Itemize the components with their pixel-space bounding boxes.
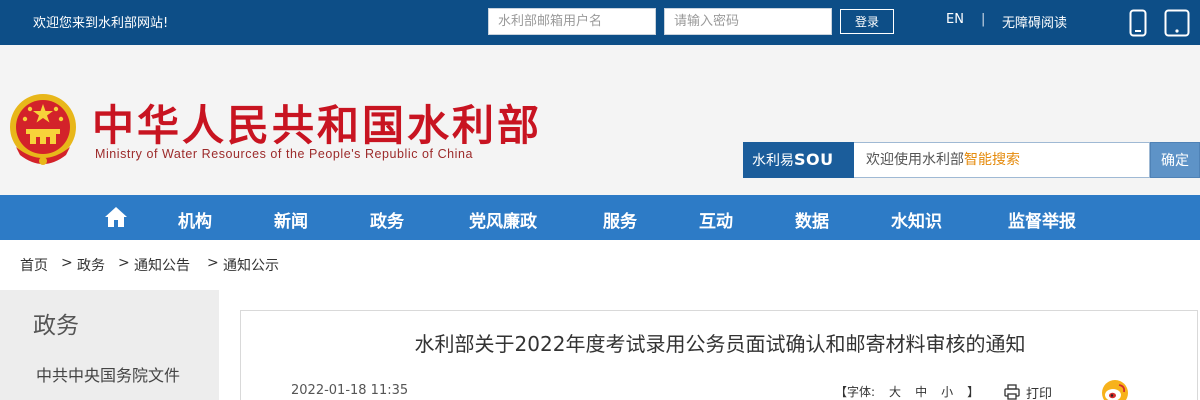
nav-item-services[interactable]: 服务 bbox=[603, 207, 637, 232]
breadcrumb-home[interactable]: 首页 bbox=[20, 255, 48, 275]
nav-item-interaction[interactable]: 互动 bbox=[699, 207, 733, 232]
font-size-controls: 【字体: 大中小】 bbox=[835, 383, 979, 400]
article-panel: 水利部关于2022年度考试录用公务员面试确认和邮寄材料审核的通知 2022-01… bbox=[240, 310, 1198, 400]
search-brand-suffix: SOU bbox=[794, 150, 834, 169]
home-icon[interactable] bbox=[104, 206, 128, 228]
login-button[interactable]: 登录 bbox=[840, 9, 894, 34]
weibo-share-icon[interactable] bbox=[1101, 379, 1129, 400]
national-emblem-icon[interactable] bbox=[6, 89, 80, 169]
search-hint-prefix: 欢迎使用水利部 bbox=[866, 152, 964, 168]
font-size-large[interactable]: 大 bbox=[889, 385, 901, 399]
language-link-en[interactable]: EN bbox=[946, 12, 964, 27]
site-header: 中华人民共和国水利部 Ministry of Water Resources o… bbox=[0, 45, 1200, 195]
breadcrumb: 首页 > 政务 > 通知公告 > 通知公示 bbox=[0, 240, 1200, 285]
username-input[interactable] bbox=[488, 8, 656, 35]
breadcrumb-separator: > bbox=[118, 255, 130, 271]
tablet-icon[interactable] bbox=[1164, 9, 1190, 37]
sidebar: 政务 中共中央国务院文件 bbox=[0, 290, 219, 400]
nav-item-news[interactable]: 新闻 bbox=[274, 207, 308, 232]
nav-item-government-affairs[interactable]: 政务 bbox=[370, 207, 404, 232]
search-brand-prefix: 水利易 bbox=[752, 153, 794, 169]
search-input[interactable]: 欢迎使用水利部智能搜索 bbox=[854, 142, 1150, 178]
mobile-phone-icon[interactable] bbox=[1129, 9, 1147, 37]
font-size-label: 【字体: bbox=[835, 385, 876, 399]
site-title-english: Ministry of Water Resources of the Peopl… bbox=[95, 147, 473, 161]
top-bar: 欢迎您来到水利部网站! 登录 EN | 无障碍阅读 bbox=[0, 0, 1200, 45]
font-size-small[interactable]: 小 bbox=[941, 385, 953, 399]
search-brand-logo: 水利易SOU bbox=[743, 142, 854, 178]
article-title: 水利部关于2022年度考试录用公务员面试确认和邮寄材料审核的通知 bbox=[414, 332, 1026, 356]
welcome-text: 欢迎您来到水利部网站! bbox=[33, 16, 169, 31]
print-button[interactable]: 打印 bbox=[1026, 383, 1052, 400]
nav-item-data[interactable]: 数据 bbox=[795, 207, 829, 232]
breadcrumb-separator: > bbox=[207, 255, 219, 271]
password-input[interactable] bbox=[664, 8, 832, 35]
font-size-close-bracket: 】 bbox=[967, 385, 980, 399]
accessibility-link[interactable]: 无障碍阅读 bbox=[1002, 12, 1067, 31]
nav-item-party-integrity[interactable]: 党风廉政 bbox=[469, 207, 537, 232]
search-submit-button[interactable]: 确定 bbox=[1150, 142, 1200, 178]
breadcrumb-government-affairs[interactable]: 政务 bbox=[77, 255, 105, 275]
nav-item-organization[interactable]: 机构 bbox=[178, 207, 212, 232]
search-hint-highlight: 智能搜索 bbox=[964, 152, 1020, 168]
sidebar-title: 政务 bbox=[33, 313, 79, 339]
font-size-medium[interactable]: 中 bbox=[915, 385, 927, 399]
topbar-separator: | bbox=[981, 12, 986, 27]
site-title-chinese[interactable]: 中华人民共和国水利部 bbox=[92, 92, 542, 153]
breadcrumb-notices[interactable]: 通知公告 bbox=[134, 255, 190, 275]
print-icon[interactable] bbox=[1004, 384, 1020, 400]
main-navigation: 机构 新闻 政务 党风廉政 服务 互动 数据 水知识 监督举报 bbox=[0, 195, 1200, 240]
breadcrumb-separator: > bbox=[61, 255, 73, 271]
breadcrumb-notice-announcements[interactable]: 通知公示 bbox=[223, 255, 279, 275]
article-date: 2022-01-18 11:35 bbox=[291, 383, 409, 398]
nav-item-water-knowledge[interactable]: 水知识 bbox=[891, 207, 942, 232]
sidebar-item-central-documents[interactable]: 中共中央国务院文件 bbox=[36, 362, 180, 386]
nav-item-supervision-report[interactable]: 监督举报 bbox=[1008, 207, 1076, 232]
search-bar: 水利易SOU 欢迎使用水利部智能搜索 确定 bbox=[743, 142, 1200, 178]
